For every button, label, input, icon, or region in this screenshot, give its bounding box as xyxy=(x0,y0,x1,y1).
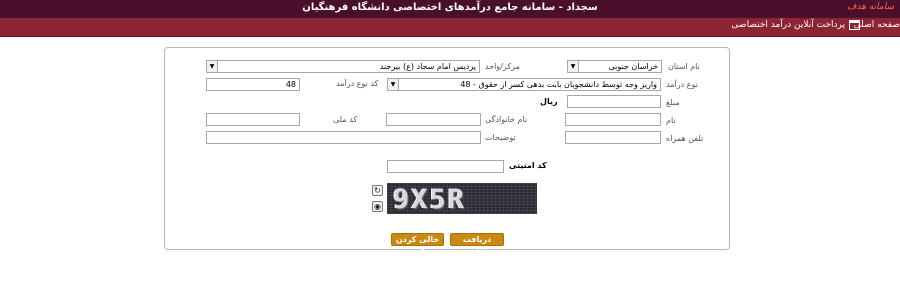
refresh-icon[interactable]: ↻ xyxy=(372,185,383,196)
brand-logo-text: سامانه هدف xyxy=(847,2,894,12)
income-type-select[interactable]: ▼ 48 - واریز وجه توسط دانشجویان بابت بده… xyxy=(387,78,661,91)
chevron-down-icon: ▼ xyxy=(568,61,579,72)
currency-label: ریال xyxy=(540,97,558,106)
income-code-input[interactable]: 48 xyxy=(206,78,300,91)
amount-label: مبلغ xyxy=(666,98,680,107)
window-icon xyxy=(849,20,860,30)
get-id-button[interactable]: دریافت شناسه xyxy=(450,233,504,255)
security-code-label: کد امنیتی xyxy=(509,161,547,170)
app-title: سجداد - سامانه جامع درآمدهای اختصاصی دان… xyxy=(302,2,598,13)
mobile-label: تلفن همراه xyxy=(666,134,704,143)
national-id-input[interactable] xyxy=(206,113,300,126)
province-label: نام استان xyxy=(668,62,700,71)
last-name-label: نام خانوادگی xyxy=(485,115,528,124)
first-name-label: نام xyxy=(666,116,676,125)
chevron-down-icon: ▼ xyxy=(388,79,399,90)
income-code-label: کد نوع درآمد xyxy=(336,79,379,88)
description-input[interactable] xyxy=(206,131,481,144)
center-select[interactable]: ▼ پردیس امام سجاد (ع) بیرجند xyxy=(206,60,480,73)
nav-home-link[interactable]: صفحه اصلی xyxy=(854,20,900,30)
clear-form-button[interactable]: خالی کردن فرم xyxy=(391,233,444,255)
amount-input[interactable] xyxy=(567,95,661,108)
description-label: توضیحات xyxy=(485,133,516,142)
income-type-label: نوع درآمد xyxy=(666,80,698,89)
nav-bar: صفحه اصلی پرداخت آنلاین درآمد اختصاصی xyxy=(0,18,900,37)
captcha-image: 9X5R xyxy=(387,183,537,214)
captcha-text: 9X5R xyxy=(393,184,467,214)
first-name-input[interactable] xyxy=(565,113,661,126)
province-select[interactable]: ▼ خراسان جنوبی xyxy=(567,60,662,73)
center-label: مرکز/واحد xyxy=(485,62,520,71)
security-code-input[interactable] xyxy=(387,160,504,173)
nav-online-payment-label: پرداخت آنلاین درآمد اختصاصی xyxy=(731,20,845,30)
app-header: سجداد - سامانه جامع درآمدهای اختصاصی دان… xyxy=(0,0,900,18)
national-id-label: کد ملی xyxy=(333,115,358,124)
nav-online-payment-link[interactable]: پرداخت آنلاین درآمد اختصاصی xyxy=(731,20,860,30)
mobile-input[interactable] xyxy=(565,131,661,144)
chevron-down-icon: ▼ xyxy=(207,61,218,72)
last-name-input[interactable] xyxy=(386,113,481,126)
audio-icon[interactable]: ◉ xyxy=(372,201,383,212)
